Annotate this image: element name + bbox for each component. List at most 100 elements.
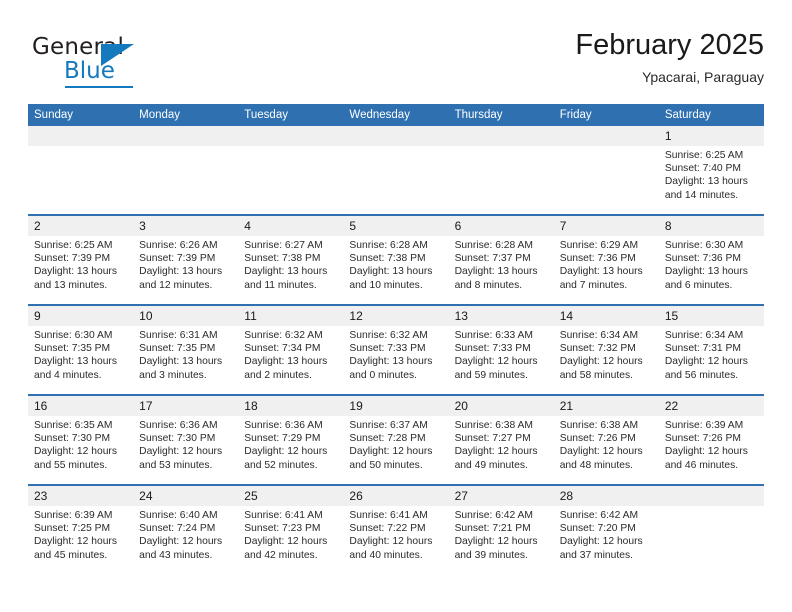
weekday-header-tuesday: Tuesday — [238, 104, 344, 126]
calendar-day-cell[interactable]: 8 Sunrise: 6:30 AM Sunset: 7:36 PM Daylight… — [658, 214, 764, 305]
sunrise-text: Sunrise: 6:36 AM — [139, 420, 218, 431]
day-number: 7 — [553, 216, 659, 236]
calendar-day-cell[interactable]: 1 Sunrise: 6:25 AM Sunset: 7:40 PM Daylight… — [658, 126, 764, 215]
day-cell-inner — [238, 126, 344, 214]
sunrise-text: Sunrise: 6:36 AM — [244, 420, 323, 431]
day-cell-inner: 13 Sunrise: 6:33 AM Sunset: 7:33 PM Dayligh… — [448, 306, 554, 394]
sunset-text: Sunset: 7:34 PM — [244, 343, 321, 355]
sunset-text: Sunset: 7:37 PM — [454, 253, 531, 265]
page-header: General Blue February 2025 Ypacarai, Par… — [28, 28, 764, 90]
day-cell-inner: 8 Sunrise: 6:30 AM Sunset: 7:36 PM Daylight… — [658, 216, 764, 304]
day-number — [448, 126, 554, 146]
calendar-day-cell[interactable]: 18 Sunrise: 6:36 AM Sunset: 7:29 PM Dayligh… — [238, 394, 344, 485]
sunrise-text: Sunrise: 6:33 AM — [454, 330, 533, 341]
day-cell-inner: 11 Sunrise: 6:32 AM Sunset: 7:34 PM Dayligh… — [238, 306, 344, 394]
calendar-day-cell[interactable]: 27 Sunrise: 6:42 AM Sunset: 7:21 PM Dayligh… — [448, 484, 554, 574]
day-number: 10 — [133, 306, 239, 326]
sun-info: Sunrise: 6:40 AM Sunset: 7:24 PM Daylight:… — [133, 506, 238, 562]
calendar-day-cell[interactable]: 20 Sunrise: 6:38 AM Sunset: 7:27 PM Dayligh… — [448, 394, 554, 485]
calendar-day-cell[interactable]: 16 Sunrise: 6:35 AM Sunset: 7:30 PM Dayligh… — [28, 394, 134, 485]
sun-info: Sunrise: 6:36 AM Sunset: 7:30 PM Daylight:… — [133, 416, 238, 472]
month-calendar: Sunday Monday Tuesday Wednesday Thursday Frid… — [28, 104, 764, 574]
calendar-day-cell[interactable]: 22 Sunrise: 6:39 AM Sunset: 7:26 PM Dayligh… — [658, 394, 764, 485]
day-number: 20 — [448, 396, 554, 416]
calendar-day-cell[interactable]: 7 Sunrise: 6:29 AM Sunset: 7:36 PM Daylight… — [553, 214, 659, 305]
daylight-text: Daylight: 13 hours and 3 minutes. — [139, 356, 223, 381]
sunrise-text: Sunrise: 6:30 AM — [664, 240, 744, 251]
general-blue-logo[interactable]: General Blue — [32, 34, 212, 90]
sunrise-text: Sunrise: 6:30 AM — [34, 330, 113, 341]
day-cell-inner: 6 Sunrise: 6:28 AM Sunset: 7:37 PM Daylight… — [448, 216, 554, 304]
day-cell-inner: 2 Sunrise: 6:25 AM Sunset: 7:39 PM Daylight… — [28, 216, 134, 304]
sun-info: Sunrise: 6:25 AM Sunset: 7:39 PM Daylight:… — [28, 236, 133, 292]
calendar-day-cell[interactable]: 3 Sunrise: 6:26 AM Sunset: 7:39 PM Daylight… — [133, 214, 239, 305]
sun-info: Sunrise: 6:32 AM Sunset: 7:34 PM Daylight:… — [238, 326, 343, 382]
daylight-text: Daylight: 12 hours and 56 minutes. — [664, 356, 748, 381]
sunrise-text: Sunrise: 6:28 AM — [454, 240, 533, 251]
sun-info: Sunrise: 6:39 AM Sunset: 7:25 PM Daylight:… — [28, 506, 133, 562]
sun-info: Sunrise: 6:34 AM Sunset: 7:32 PM Daylight:… — [554, 326, 659, 382]
sunrise-text: Sunrise: 6:39 AM — [34, 510, 113, 521]
calendar-day-cell[interactable]: 2 Sunrise: 6:25 AM Sunset: 7:39 PM Daylight… — [28, 214, 134, 305]
day-number: 27 — [448, 486, 554, 506]
calendar-day-cell-empty — [28, 126, 134, 215]
calendar-day-cell[interactable]: 6 Sunrise: 6:28 AM Sunset: 7:37 PM Daylight… — [448, 214, 554, 305]
daylight-text: Daylight: 13 hours and 14 minutes. — [664, 176, 748, 201]
calendar-day-cell[interactable]: 5 Sunrise: 6:28 AM Sunset: 7:38 PM Daylight… — [343, 214, 449, 305]
sunset-text: Sunset: 7:39 PM — [139, 253, 216, 265]
sunset-text: Sunset: 7:36 PM — [559, 253, 636, 265]
sunrise-text: Sunrise: 6:38 AM — [454, 420, 533, 431]
sunset-text: Sunset: 7:26 PM — [559, 433, 636, 445]
calendar-day-cell[interactable]: 26 Sunrise: 6:41 AM Sunset: 7:22 PM Dayligh… — [343, 484, 449, 574]
day-number: 15 — [658, 306, 764, 326]
page-title: February 2025 — [575, 29, 764, 61]
day-cell-inner: 24 Sunrise: 6:40 AM Sunset: 7:24 PM Dayligh… — [133, 486, 239, 574]
calendar-day-cell[interactable]: 23 Sunrise: 6:39 AM Sunset: 7:25 PM Dayligh… — [28, 484, 134, 574]
day-cell-inner: 28 Sunrise: 6:42 AM Sunset: 7:20 PM Dayligh… — [553, 486, 659, 574]
calendar-day-cell[interactable]: 19 Sunrise: 6:37 AM Sunset: 7:28 PM Dayligh… — [343, 394, 449, 485]
day-number: 28 — [553, 486, 659, 506]
day-number: 13 — [448, 306, 554, 326]
sunset-text: Sunset: 7:27 PM — [454, 433, 531, 445]
day-cell-inner: 4 Sunrise: 6:27 AM Sunset: 7:38 PM Daylight… — [238, 216, 344, 304]
daylight-text: Daylight: 12 hours and 52 minutes. — [244, 446, 328, 471]
sunset-text: Sunset: 7:30 PM — [139, 433, 216, 445]
day-cell-inner: 26 Sunrise: 6:41 AM Sunset: 7:22 PM Dayligh… — [343, 486, 449, 574]
sunrise-text: Sunrise: 6:31 AM — [139, 330, 218, 341]
day-cell-inner — [28, 126, 134, 214]
calendar-day-cell[interactable]: 14 Sunrise: 6:34 AM Sunset: 7:32 PM Dayligh… — [553, 304, 659, 395]
calendar-day-cell[interactable]: 24 Sunrise: 6:40 AM Sunset: 7:24 PM Dayligh… — [133, 484, 239, 574]
calendar-day-cell[interactable]: 15 Sunrise: 6:34 AM Sunset: 7:31 PM Dayligh… — [658, 304, 764, 395]
calendar-day-cell[interactable]: 21 Sunrise: 6:38 AM Sunset: 7:26 PM Dayligh… — [553, 394, 659, 485]
calendar-day-cell[interactable]: 4 Sunrise: 6:27 AM Sunset: 7:38 PM Daylight… — [238, 214, 344, 305]
calendar-day-cell[interactable]: 25 Sunrise: 6:41 AM Sunset: 7:23 PM Dayligh… — [238, 484, 344, 574]
daylight-text: Daylight: 13 hours and 13 minutes. — [34, 266, 117, 291]
sunrise-text: Sunrise: 6:37 AM — [349, 420, 428, 431]
calendar-day-cell[interactable]: 13 Sunrise: 6:33 AM Sunset: 7:33 PM Dayligh… — [448, 304, 554, 395]
calendar-day-cell[interactable]: 17 Sunrise: 6:36 AM Sunset: 7:30 PM Dayligh… — [133, 394, 239, 485]
calendar-day-cell[interactable]: 10 Sunrise: 6:31 AM Sunset: 7:35 PM Dayligh… — [133, 304, 239, 395]
day-cell-inner: 18 Sunrise: 6:36 AM Sunset: 7:29 PM Dayligh… — [238, 396, 344, 484]
sunrise-text: Sunrise: 6:25 AM — [664, 150, 744, 161]
sunrise-text: Sunrise: 6:32 AM — [349, 330, 428, 341]
day-cell-inner: 21 Sunrise: 6:38 AM Sunset: 7:26 PM Dayligh… — [553, 396, 659, 484]
calendar-day-cell[interactable]: 12 Sunrise: 6:32 AM Sunset: 7:33 PM Dayligh… — [343, 304, 449, 395]
daylight-text: Daylight: 12 hours and 55 minutes. — [34, 446, 117, 471]
sunset-text: Sunset: 7:24 PM — [139, 523, 216, 535]
daylight-text: Daylight: 12 hours and 40 minutes. — [349, 536, 433, 561]
calendar-day-cell-empty — [448, 126, 554, 215]
calendar-day-cell[interactable]: 9 Sunrise: 6:30 AM Sunset: 7:35 PM Daylight… — [28, 304, 134, 395]
daylight-text: Daylight: 13 hours and 12 minutes. — [139, 266, 223, 291]
sun-info: Sunrise: 6:34 AM Sunset: 7:31 PM Daylight:… — [659, 326, 764, 382]
sunset-text: Sunset: 7:25 PM — [34, 523, 111, 535]
sunset-text: Sunset: 7:31 PM — [664, 343, 741, 355]
sun-info: Sunrise: 6:42 AM Sunset: 7:21 PM Daylight:… — [449, 506, 554, 562]
calendar-day-cell-empty — [343, 126, 449, 215]
sunset-text: Sunset: 7:32 PM — [559, 343, 636, 355]
sun-info: Sunrise: 6:41 AM Sunset: 7:22 PM Daylight:… — [343, 506, 448, 562]
calendar-day-cell[interactable]: 11 Sunrise: 6:32 AM Sunset: 7:34 PM Dayligh… — [238, 304, 344, 395]
calendar-day-cell[interactable]: 28 Sunrise: 6:42 AM Sunset: 7:20 PM Dayligh… — [553, 484, 659, 574]
daylight-text: Daylight: 12 hours and 43 minutes. — [139, 536, 223, 561]
sunrise-text: Sunrise: 6:28 AM — [349, 240, 428, 251]
sun-info: Sunrise: 6:29 AM Sunset: 7:36 PM Daylight:… — [554, 236, 659, 292]
